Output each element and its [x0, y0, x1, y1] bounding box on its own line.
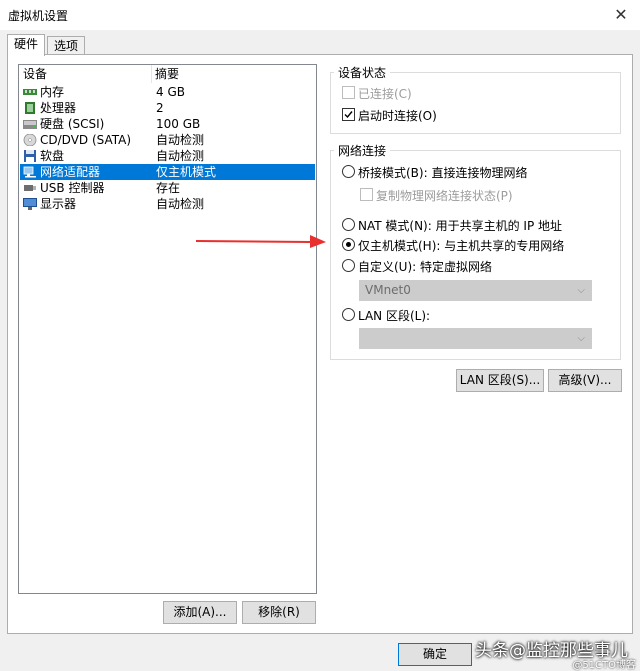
device-summary: 自动检测 [156, 197, 205, 211]
connect-at-power-on-label: 启动时连接(O) [358, 109, 437, 123]
device-name: 处理器 [40, 101, 77, 115]
close-icon[interactable]: ✕ [608, 2, 634, 28]
device-list[interactable]: 设备 摘要 内存 4 GB 处理器 2 硬盘 (SCSI) 100 GB CD/… [18, 64, 317, 594]
lan-segments-button[interactable]: LAN 区段(S)... [456, 369, 544, 392]
device-name: 网络适配器 [40, 165, 101, 179]
advanced-button[interactable]: 高级(V)... [548, 369, 622, 392]
device-summary: 自动检测 [156, 149, 205, 163]
device-summary: 存在 [156, 181, 181, 195]
custom-label: 自定义(U): 特定虚拟网络 [358, 260, 493, 274]
lan-segment-radio[interactable] [342, 308, 355, 321]
column-header-device[interactable]: 设备 [23, 65, 152, 83]
device-name: 软盘 [40, 149, 65, 163]
lan-segment-select[interactable]: ⌵ [359, 328, 592, 349]
connect-at-power-on-checkbox[interactable] [342, 108, 355, 121]
connected-label: 已连接(C) [358, 87, 412, 101]
tab-options[interactable]: 选项 [47, 36, 86, 55]
device-name: USB 控制器 [40, 181, 105, 195]
annotation-arrow-icon [196, 235, 326, 248]
custom-radio[interactable] [342, 259, 355, 272]
custom-network-value: VMnet0 [365, 283, 411, 297]
device-summary: 自动检测 [156, 133, 205, 147]
floppy-icon [24, 150, 36, 162]
add-device-button[interactable]: 添加(A)... [163, 601, 237, 624]
remove-device-button[interactable]: 移除(R) [242, 601, 316, 624]
device-status-group [330, 72, 621, 134]
device-name: 显示器 [40, 197, 77, 211]
column-header-summary[interactable]: 摘要 [155, 65, 305, 83]
lan-segment-label: LAN 区段(L): [358, 309, 431, 323]
device-summary: 2 [156, 101, 164, 115]
device-row-display[interactable]: 显示器 自动检测 [20, 196, 315, 212]
memory-icon [23, 89, 37, 95]
replicate-state-label: 复制物理网络连接状态(P) [376, 189, 513, 203]
chevron-down-icon: ⌵ [577, 285, 585, 296]
device-summary: 仅主机模式 [156, 165, 217, 179]
host-only-radio[interactable] [342, 238, 355, 251]
device-summary: 100 GB [156, 117, 201, 131]
device-name: CD/DVD (SATA) [40, 133, 132, 147]
chevron-down-icon: ⌵ [577, 333, 585, 344]
checkmark-icon [344, 111, 353, 119]
device-summary: 4 GB [156, 85, 185, 99]
device-row-network-adapter[interactable]: 网络适配器 仅主机模式 [20, 164, 315, 180]
device-row-usb[interactable]: USB 控制器 存在 [20, 180, 315, 196]
bridged-radio[interactable] [342, 165, 355, 178]
device-row-harddisk[interactable]: 硬盘 (SCSI) 100 GB [20, 116, 315, 132]
network-connection-title: 网络连接 [334, 142, 391, 159]
nat-label: NAT 模式(N): 用于共享主机的 IP 地址 [358, 219, 563, 233]
device-row-processor[interactable]: 处理器 2 [20, 100, 315, 116]
connected-checkbox[interactable] [342, 86, 355, 99]
processor-icon [25, 102, 35, 114]
cd-dvd-icon [23, 134, 37, 146]
device-status-title: 设备状态 [334, 64, 391, 81]
window-title: 虚拟机设置 [8, 9, 69, 23]
tab-hardware[interactable]: 硬件 [7, 34, 46, 56]
watermark-subtext: @51CTO博客 [572, 660, 636, 671]
replicate-state-checkbox[interactable] [360, 188, 373, 201]
bridged-label: 桥接模式(B): 直接连接物理网络 [358, 166, 528, 180]
ok-button[interactable]: 确定 [398, 643, 472, 666]
nat-radio[interactable] [342, 218, 355, 231]
device-row-floppy[interactable]: 软盘 自动检测 [20, 148, 315, 164]
custom-network-select[interactable]: VMnet0 ⌵ [359, 280, 592, 301]
device-row-memory[interactable]: 内存 4 GB [20, 84, 315, 100]
display-icon [23, 198, 37, 210]
harddisk-icon [23, 120, 37, 129]
device-name: 硬盘 (SCSI) [40, 117, 105, 131]
device-name: 内存 [40, 85, 65, 99]
network-adapter-icon [23, 166, 36, 178]
host-only-label: 仅主机模式(H): 与主机共享的专用网络 [358, 239, 565, 253]
title-bar: 虚拟机设置 ✕ [0, 0, 640, 31]
usb-icon [24, 185, 36, 191]
device-row-cd-dvd[interactable]: CD/DVD (SATA) 自动检测 [20, 132, 315, 148]
